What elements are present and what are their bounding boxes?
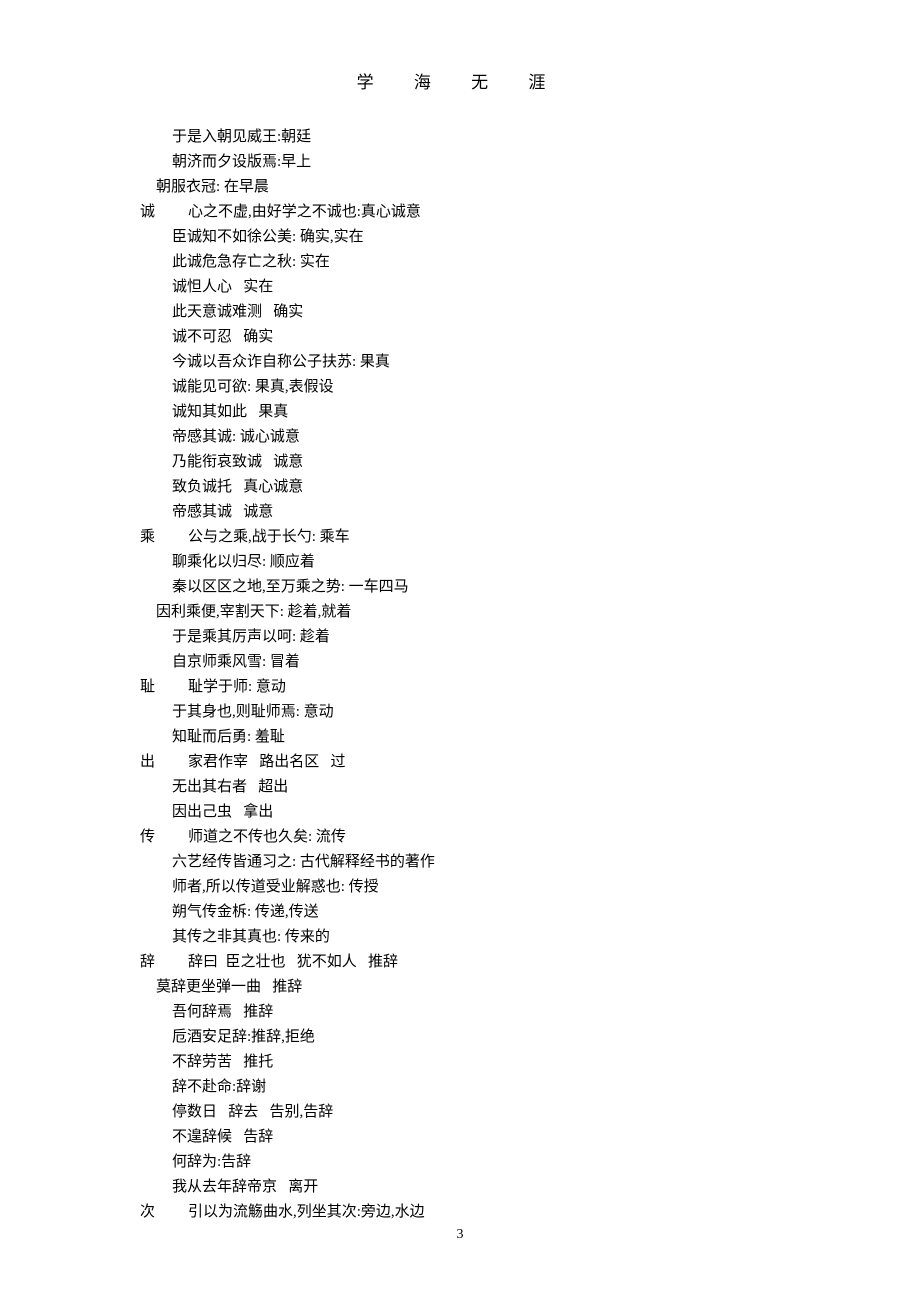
line-text: 师者,所以传道受业解惑也: 传授: [172, 879, 379, 895]
text-line: 辞不赴命:辞谢: [140, 1075, 920, 1100]
line-text: 莫辞更坐弹一曲 推辞: [156, 979, 302, 995]
text-line: 于是乘其厉声以呵: 趁着: [140, 625, 920, 650]
line-text: 六艺经传皆通习之: 古代解释经书的著作: [172, 854, 435, 870]
line-text: 于是乘其厉声以呵: 趁着: [172, 629, 330, 645]
text-line: 此天意诚难测 确实: [140, 300, 920, 325]
line-text: 帝感其诚 诚意: [172, 504, 273, 520]
text-line: 六艺经传皆通习之: 古代解释经书的著作: [140, 850, 920, 875]
line-text: 诚怛人心 实在: [172, 279, 273, 295]
text-line: 此诚危急存亡之秋: 实在: [140, 250, 920, 275]
text-line: 朝服衣冠: 在早晨: [140, 175, 920, 200]
line-text: 秦以区区之地,至万乘之势: 一车四马: [172, 579, 409, 595]
document-page: 学 海 无 涯 于是入朝见威王:朝廷朝济而夕设版焉:早上朝服衣冠: 在早晨诚心之…: [0, 0, 920, 1225]
entry-character: 乘: [140, 525, 188, 550]
text-line: 乘公与之乘,战于长勺: 乘车: [140, 525, 920, 550]
text-line: 帝感其诚: 诚心诚意: [140, 425, 920, 450]
line-text: 此天意诚难测 确实: [172, 304, 303, 320]
line-text: 不遑辞候 告辞: [172, 1129, 273, 1145]
text-line: 辞辞曰 臣之壮也 犹不如人 推辞: [140, 950, 920, 975]
entry-character: 辞: [140, 950, 188, 975]
entry-text: 耻学于师: 意动: [188, 679, 286, 695]
text-line: 耻耻学于师: 意动: [140, 675, 920, 700]
line-text: 卮酒安足辞:推辞,拒绝: [172, 1029, 315, 1045]
entry-character: 传: [140, 825, 188, 850]
line-text: 致负诚托 真心诚意: [172, 479, 303, 495]
line-text: 其传之非其真也: 传来的: [172, 929, 330, 945]
line-text: 我从去年辞帝京 离开: [172, 1179, 318, 1195]
entry-text: 家君作宰 路出名区 过: [188, 754, 346, 770]
text-line: 知耻而后勇: 羞耻: [140, 725, 920, 750]
text-line: 今诚以吾众诈自称公子扶苏: 果真: [140, 350, 920, 375]
text-line: 我从去年辞帝京 离开: [140, 1175, 920, 1200]
entry-text: 公与之乘,战于长勺: 乘车: [188, 529, 350, 545]
text-line: 秦以区区之地,至万乘之势: 一车四马: [140, 575, 920, 600]
line-text: 不辞劳苦 推托: [172, 1054, 273, 1070]
line-text: 无出其右者 超出: [172, 779, 288, 795]
line-text: 因出己虫 拿出: [172, 804, 273, 820]
line-text: 朔气传金柝: 传递,传送: [172, 904, 319, 920]
text-line: 吾何辞焉 推辞: [140, 1000, 920, 1025]
line-text: 乃能衔哀致诚 诚意: [172, 454, 303, 470]
text-line: 无出其右者 超出: [140, 775, 920, 800]
line-text: 何辞为:告辞: [172, 1154, 251, 1170]
line-text: 朝济而夕设版焉:早上: [172, 154, 311, 170]
line-text: 诚知其如此 果真: [172, 404, 288, 420]
line-text: 帝感其诚: 诚心诚意: [172, 429, 300, 445]
text-line: 臣诚知不如徐公美: 确实,实在: [140, 225, 920, 250]
text-line: 于是入朝见威王:朝廷: [140, 125, 920, 150]
text-line: 朔气传金柝: 传递,传送: [140, 900, 920, 925]
entry-character: 诚: [140, 200, 188, 225]
text-line: 不辞劳苦 推托: [140, 1050, 920, 1075]
entry-character: 出: [140, 750, 188, 775]
line-text: 今诚以吾众诈自称公子扶苏: 果真: [172, 354, 390, 370]
text-line: 诚能见可欲: 果真,表假设: [140, 375, 920, 400]
line-text: 辞不赴命:辞谢: [172, 1079, 266, 1095]
text-line: 聊乘化以归尽: 顺应着: [140, 550, 920, 575]
text-line: 卮酒安足辞:推辞,拒绝: [140, 1025, 920, 1050]
text-line: 出家君作宰 路出名区 过: [140, 750, 920, 775]
text-line: 停数日 辞去 告别,告辞: [140, 1100, 920, 1125]
text-line: 于其身也,则耻师焉: 意动: [140, 700, 920, 725]
text-line: 诚知其如此 果真: [140, 400, 920, 425]
line-text: 聊乘化以归尽: 顺应着: [172, 554, 315, 570]
page-number: 3: [0, 1222, 920, 1247]
text-line: 诚怛人心 实在: [140, 275, 920, 300]
text-line: 帝感其诚 诚意: [140, 500, 920, 525]
text-line: 朝济而夕设版焉:早上: [140, 150, 920, 175]
entry-text: 引以为流觞曲水,列坐其次:旁边,水边: [188, 1204, 425, 1220]
line-text: 于其身也,则耻师焉: 意动: [172, 704, 334, 720]
text-line: 诚心之不虚,由好学之不诚也:真心诚意: [140, 200, 920, 225]
line-text: 知耻而后勇: 羞耻: [172, 729, 285, 745]
entry-text: 心之不虚,由好学之不诚也:真心诚意: [188, 204, 421, 220]
text-line: 乃能衔哀致诚 诚意: [140, 450, 920, 475]
line-text: 诚能见可欲: 果真,表假设: [172, 379, 334, 395]
line-text: 吾何辞焉 推辞: [172, 1004, 273, 1020]
entry-character: 耻: [140, 675, 188, 700]
line-text: 此诚危急存亡之秋: 实在: [172, 254, 330, 270]
text-line: 传师道之不传也久矣: 流传: [140, 825, 920, 850]
line-text: 于是入朝见威王:朝廷: [172, 129, 311, 145]
text-line: 自京师乘风雪: 冒着: [140, 650, 920, 675]
text-line: 因利乘便,宰割天下: 趁着,就着: [140, 600, 920, 625]
text-line: 诚不可忍 确实: [140, 325, 920, 350]
line-text: 诚不可忍 确实: [172, 329, 273, 345]
line-text: 自京师乘风雪: 冒着: [172, 654, 300, 670]
document-body: 于是入朝见威王:朝廷朝济而夕设版焉:早上朝服衣冠: 在早晨诚心之不虚,由好学之不…: [140, 125, 920, 1225]
page-header: 学 海 无 涯: [0, 70, 920, 95]
line-text: 因利乘便,宰割天下: 趁着,就着: [156, 604, 351, 620]
line-text: 停数日 辞去 告别,告辞: [172, 1104, 333, 1120]
text-line: 师者,所以传道受业解惑也: 传授: [140, 875, 920, 900]
line-text: 臣诚知不如徐公美: 确实,实在: [172, 229, 364, 245]
text-line: 何辞为:告辞: [140, 1150, 920, 1175]
text-line: 因出己虫 拿出: [140, 800, 920, 825]
entry-text: 师道之不传也久矣: 流传: [188, 829, 346, 845]
text-line: 莫辞更坐弹一曲 推辞: [140, 975, 920, 1000]
text-line: 致负诚托 真心诚意: [140, 475, 920, 500]
text-line: 其传之非其真也: 传来的: [140, 925, 920, 950]
line-text: 朝服衣冠: 在早晨: [156, 179, 269, 195]
text-line: 不遑辞候 告辞: [140, 1125, 920, 1150]
entry-text: 辞曰 臣之壮也 犹不如人 推辞: [188, 954, 398, 970]
